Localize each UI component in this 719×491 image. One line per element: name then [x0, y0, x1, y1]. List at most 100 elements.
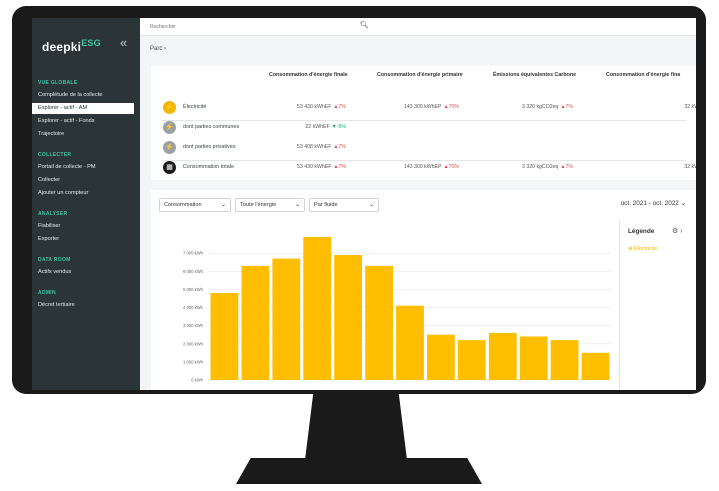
bar-electricity-8[interactable] — [457, 340, 486, 380]
table-cell — [457, 144, 459, 150]
row-label: Consommation totale — [183, 164, 234, 170]
trend-badge: ▲7% — [560, 164, 573, 170]
sidebar-item[interactable]: Exporter — [38, 234, 140, 245]
chevron-right-icon[interactable]: › — [680, 228, 682, 235]
cell-value: 32 kW — [684, 164, 696, 170]
y-tick-label: 6 000 kWh — [183, 269, 204, 274]
cell-value: 53 430 kWhEF — [297, 104, 332, 110]
bar-electricity-2[interactable] — [272, 258, 301, 380]
bar-electricity-11[interactable] — [550, 340, 579, 380]
sidebar-section-title: ADMIN — [38, 290, 56, 296]
monitor-stand-neck — [305, 394, 407, 460]
table-cell: 22 kWhEF ▼-6% — [305, 124, 346, 130]
table-cell: 53 430 kWhEF ▲7% — [297, 164, 346, 170]
cell-value: 53 408 kWhEF — [297, 144, 332, 150]
sidebar-item[interactable]: Ajouter un compteur — [38, 188, 140, 199]
legend-title: Légende — [628, 228, 655, 235]
row-label: Électricité — [183, 104, 207, 110]
settings-icon[interactable]: ⚙ — [672, 228, 678, 235]
bar-electricity-7[interactable] — [427, 334, 455, 380]
sidebar-item[interactable]: Explorer - actif - Fonds — [38, 116, 140, 127]
chevron-down-icon: ⌄ — [294, 202, 300, 208]
y-tick-label: 7 000 kWh — [183, 251, 204, 256]
cell-value: 143 309 kWhEP — [403, 164, 442, 170]
bar-electricity-6[interactable] — [396, 305, 424, 380]
monitor-frame: deepkiESG « VUE GLOBALE Complétude de la … — [12, 6, 706, 394]
search-input[interactable] — [150, 22, 350, 32]
sidebar-item[interactable]: Complétude de la collecte — [38, 90, 140, 101]
table-cell: 53 430 kWhEF ▲7% — [297, 104, 346, 110]
sidebar-section-title: VUE GLOBALE — [38, 80, 78, 86]
sidebar-item[interactable]: Actifs vendus — [38, 267, 140, 278]
table-cell: 3 320 kgCO2eq ▲7% — [522, 104, 573, 110]
row-label: dont parties communes — [183, 124, 240, 130]
sidebar-item[interactable]: Trajectoire — [38, 129, 140, 140]
sidebar: deepkiESG « VUE GLOBALE Complétude de la … — [32, 18, 140, 390]
sidebar-item[interactable]: Portail de collecte - PM — [38, 162, 140, 173]
bar-electricity-10[interactable] — [519, 336, 548, 381]
sidebar-section-title: DATA ROOM — [38, 257, 71, 263]
bar-electricity-5[interactable] — [365, 265, 393, 380]
y-tick-label: 0 kWh — [191, 378, 204, 383]
table-row[interactable]: ▦ Consommation totale 53 430 kWhEF ▲7% 143 3… — [151, 158, 696, 178]
bar-electricity-9[interactable] — [488, 332, 517, 380]
sidebar-item[interactable]: Fiabiliser — [38, 221, 140, 232]
y-tick-label: 4 000 kWh — [183, 305, 204, 310]
table-row[interactable]: ⚡ dont parties communes 22 kWhEF ▼-6% — [151, 118, 696, 138]
chevron-down-icon: ⌄ — [680, 200, 686, 207]
y-tick-label: 1 000 kWh — [183, 359, 204, 364]
legend-item-electricity[interactable]: ⊕ Électricité — [628, 246, 657, 252]
collapse-sidebar-icon[interactable]: « — [120, 35, 127, 50]
cell-value: 3 320 kgCO2eq — [522, 164, 559, 170]
breadcrumb[interactable]: Parc › — [150, 46, 166, 52]
logo: deepkiESG — [42, 38, 101, 54]
bar-electricity-1[interactable] — [241, 265, 270, 380]
column-header-carbon-emissions: Émissions équivalentes Carbone — [493, 72, 577, 78]
metric-select[interactable]: Consommation ⌄ — [159, 198, 231, 212]
chevron-down-icon: ⌄ — [220, 202, 226, 208]
building-icon: ▦ — [163, 161, 176, 174]
table-cell: 143 309 kWhEP ▲70% — [404, 104, 459, 110]
table-cell: 32 kW — [684, 104, 696, 110]
column-header-final-energy: Consommation d'énergie finale — [269, 72, 348, 78]
cell-value: 22 kWhEF — [305, 124, 330, 130]
table-row[interactable]: ⚡ dont parties privatives 53 408 kWhEF ▲7% — [151, 138, 696, 158]
bar-chart: 7 000 kWh 6 000 kWh 5 000 kWh 4 000 kWh 3 00… — [183, 236, 611, 383]
sidebar-section-title: ANALYSER — [38, 211, 68, 217]
table-cell: 3 320 kgCO2eq ▲7% — [522, 164, 573, 170]
lightning-icon: ⚡ — [163, 101, 176, 114]
sidebar-item[interactable]: Décret tertiaire — [38, 300, 140, 311]
sidebar-item[interactable]: Collecter — [38, 175, 140, 186]
consumption-table: Consommation d'énergie finale Consommati… — [151, 66, 696, 180]
table-cell: 143 309 kWhEP ▲70% — [404, 164, 459, 170]
cell-value: 53 430 kWhEF — [297, 164, 332, 170]
table-cell: 32 kW — [684, 164, 696, 170]
table-cell — [571, 144, 573, 150]
monitor-stand-base — [236, 458, 482, 484]
consumption-chart-card: Consommation ⌄ Toute l'énergie ⌄ Par fluid… — [151, 190, 696, 390]
trend-badge: ▲70% — [443, 104, 459, 110]
y-tick-label: 5 000 kWh — [183, 287, 204, 292]
breakdown-select[interactable]: Par fluide ⌄ — [309, 198, 379, 212]
bar-electricity-0[interactable] — [210, 293, 239, 380]
sidebar-item[interactable]: Explorer - actif - AM — [32, 103, 134, 114]
period-select[interactable]: oct. 2021 - oct. 2022 ⌄ — [621, 199, 686, 207]
cell-value: 32 kW — [684, 104, 696, 110]
energy-select[interactable]: Toute l'énergie ⌄ — [235, 198, 305, 212]
table-cell — [457, 124, 459, 130]
column-header-primary-energy: Consommation d'énergie primaire — [377, 72, 463, 78]
table-row[interactable]: ⚡ Électricité 53 430 kWhEF ▲7% 143 309 kWhEP… — [151, 98, 696, 118]
trend-badge: ▲7% — [560, 104, 573, 110]
trend-badge: ▼-6% — [331, 124, 346, 130]
trend-badge: ▲7% — [333, 164, 346, 170]
trend-badge: ▲7% — [333, 144, 346, 150]
chevron-down-icon: ⌄ — [368, 202, 374, 208]
table-cell: 53 408 kWhEF ▲7% — [297, 144, 346, 150]
top-bar: 🔍︎ — [140, 18, 696, 36]
bar-electricity-3[interactable] — [303, 236, 332, 380]
bar-electricity-4[interactable] — [334, 255, 362, 380]
search-icon[interactable]: 🔍︎ — [360, 21, 369, 29]
y-tick-label: 2 000 kWh — [183, 341, 204, 346]
bar-electricity-12[interactable] — [581, 352, 610, 380]
lightning-icon: ⚡ — [163, 121, 176, 134]
